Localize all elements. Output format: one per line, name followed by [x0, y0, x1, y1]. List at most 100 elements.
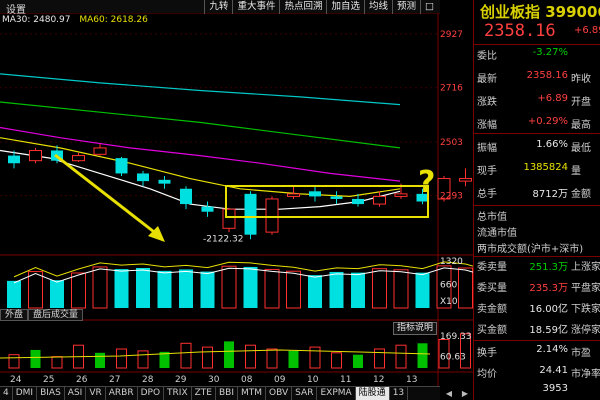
quote-row-label2: 最高 — [571, 120, 591, 131]
volume-bar — [179, 269, 193, 308]
indicator-tab[interactable]: ARBR — [106, 387, 138, 400]
volume-axis-label: 660 — [440, 280, 457, 290]
indicator-tab[interactable]: DPO — [138, 387, 165, 400]
candle — [29, 147, 42, 164]
index-price: 2358.16 — [484, 21, 556, 41]
quote-row-label2: 昨收 — [571, 74, 591, 85]
quote-row-label: 买金额 — [477, 325, 507, 336]
quote-row-label2: 开盘 — [571, 97, 591, 108]
quote-row-value: 235.3万 — [529, 283, 568, 294]
candle-body — [459, 178, 472, 182]
indicator-bar — [51, 356, 63, 369]
volume-bar — [415, 272, 430, 308]
candle-body — [352, 198, 364, 205]
volume-bar — [157, 270, 172, 308]
indicator-bar — [374, 348, 385, 369]
indicator-tab[interactable]: BIAS — [37, 387, 65, 400]
indicator-bar — [137, 350, 149, 369]
quote-row-value: 16.00亿 — [529, 304, 568, 315]
candle — [244, 191, 257, 240]
quote-row-value: 2.14% — [536, 344, 568, 355]
indicator-bar — [8, 354, 20, 369]
outer-volume-tab[interactable]: 外盘 — [0, 309, 29, 321]
quote-row: 最新 2358.16 昨收 — [474, 70, 600, 88]
indicator-bar — [180, 342, 192, 369]
quote-row: 委买量 235.3万 平盘家 — [474, 279, 600, 297]
indicator-tab[interactable]: DMI — [13, 387, 38, 400]
question-mark-annotation: ? — [418, 165, 435, 200]
volume-bar — [351, 272, 365, 308]
indicator-tab[interactable]: ASI — [65, 387, 87, 400]
quote-row-label: 总市值 — [477, 212, 507, 223]
quote-row-label2: 最低 — [571, 143, 591, 154]
indicator-bar — [331, 352, 342, 369]
date-label: 13 — [406, 375, 417, 385]
quote-row-label2: 平盘家 — [571, 283, 600, 294]
volume-bar — [136, 268, 150, 308]
indicator-bar — [309, 346, 321, 369]
indicator-tab[interactable]: BBI — [216, 387, 238, 400]
indicator-tab[interactable]: 13 — [390, 387, 409, 400]
ma60-line — [0, 137, 401, 198]
quote-row-value: 2358.16 — [526, 70, 568, 81]
indicator-tab[interactable]: TRIX — [164, 387, 192, 400]
candle-body — [72, 155, 85, 162]
quote-row-label: 委比 — [477, 51, 497, 62]
quote-row-label: 委买量 — [477, 283, 507, 294]
volume-bar — [243, 266, 258, 308]
candle-body — [265, 198, 279, 233]
indicator-tab[interactable]: 4 — [0, 387, 13, 400]
quote-row: 涨幅 +0.29% 最高 — [474, 116, 600, 134]
volume-bar — [92, 266, 108, 309]
candle-body — [93, 147, 107, 155]
quote-row-label: 涨幅 — [477, 120, 497, 131]
indicator-line — [0, 349, 431, 359]
indicator-bar — [116, 348, 127, 369]
candle — [158, 176, 171, 189]
ma-long2-line — [0, 101, 401, 149]
index-title: 创业板指 399006 — [480, 3, 600, 21]
indicator-tab[interactable]: EXPMA — [317, 387, 356, 400]
indicator-tab[interactable]: 陆股通 — [355, 387, 390, 400]
price-axis-label: 2927 — [440, 30, 463, 40]
date-label: 28 — [142, 375, 154, 385]
quote-row-value: 8712万 — [532, 189, 568, 200]
indicator-tab[interactable]: SAR — [292, 387, 318, 400]
candle — [137, 170, 149, 187]
volume-axis-unit: X10 — [440, 297, 458, 307]
candle — [222, 207, 236, 233]
quote-row-value: +0.29% — [527, 116, 568, 127]
quote-divider — [474, 256, 600, 257]
quote-row-value: +6.89 — [537, 93, 568, 104]
quote-row-label2: 量 — [571, 166, 581, 177]
indicator-tab[interactable]: MTM — [238, 387, 267, 400]
quote-row-value: 3953 — [542, 383, 568, 394]
after-hours-volume-tab[interactable]: 盘后成交量 — [28, 309, 84, 321]
indicator-help-button[interactable]: 指标说明 — [393, 322, 438, 335]
quote-row-value: 18.59亿 — [529, 325, 568, 336]
date-label: 12 — [373, 375, 384, 385]
quote-row-label2: 涨停家 — [571, 325, 600, 336]
quote-row-label: 两市成交额(沪市+深市) — [477, 244, 584, 255]
candle — [180, 186, 192, 210]
indicator-tab[interactable]: VR — [86, 387, 106, 400]
scroll-left-icon[interactable]: ◀ — [446, 387, 452, 400]
date-label: 10 — [307, 375, 319, 385]
volume-bar — [50, 280, 64, 308]
volume-bar — [200, 271, 215, 308]
quote-row-label: 委卖量 — [477, 262, 507, 273]
volume-bar — [264, 268, 280, 309]
quote-row: 换手 2.14% 市盈 — [474, 344, 600, 362]
price-axis-label: 2293 — [440, 192, 463, 202]
candle — [115, 156, 128, 176]
quote-row-value: -3.27% — [532, 47, 568, 58]
volume-bar — [221, 265, 237, 309]
ma-long1-line — [0, 73, 401, 106]
quote-row-label: 卖金额 — [477, 304, 507, 315]
quote-row-value: 24.41 — [539, 365, 568, 376]
indicator-tab[interactable]: ZTE — [192, 387, 216, 400]
candle-body — [394, 193, 408, 197]
indicator-tab[interactable]: OBV — [266, 387, 293, 400]
scroll-right-icon[interactable]: ▶ — [462, 387, 468, 400]
candle-body — [373, 195, 386, 205]
